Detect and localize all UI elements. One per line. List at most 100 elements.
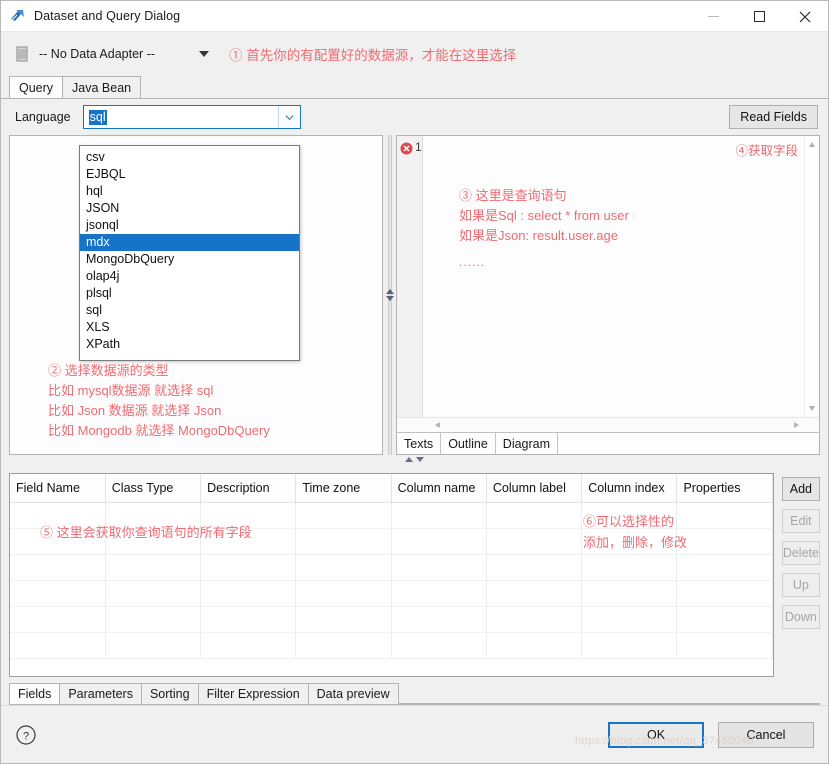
language-combo[interactable]: sql xyxy=(82,105,301,129)
editor-tab-bar: Texts Outline Diagram xyxy=(397,432,819,454)
language-label: Language xyxy=(15,110,71,124)
column-properties[interactable]: Properties xyxy=(676,474,773,503)
language-input[interactable]: sql xyxy=(88,109,107,125)
tab-data-preview[interactable]: Data preview xyxy=(307,683,399,704)
tab-texts[interactable]: Texts xyxy=(397,433,442,454)
tab-outline[interactable]: Outline xyxy=(441,433,496,454)
column-time-zone[interactable]: Time zone xyxy=(295,474,392,503)
data-adapter-row: -- No Data Adapter -- ① 首先你的有配置好的数据源，才能在… xyxy=(1,32,828,76)
dropdown-option-json[interactable]: JSON xyxy=(80,200,299,217)
help-icon[interactable]: ? xyxy=(15,724,37,746)
scroll-right-icon[interactable] xyxy=(794,422,799,428)
down-button-label: Down xyxy=(784,610,817,624)
close-icon[interactable] xyxy=(782,1,828,32)
split-divider[interactable] xyxy=(383,135,396,455)
table-row[interactable] xyxy=(10,606,773,633)
tab-diagram[interactable]: Diagram xyxy=(496,433,559,454)
column-class-type[interactable]: Class Type xyxy=(105,474,202,503)
dropdown-option-mongodbquery[interactable]: MongoDbQuery xyxy=(80,251,299,268)
annotation-2: ② 选择数据源的类型 比如 mysql数据源 就选择 sql 比如 Json 数… xyxy=(48,361,270,441)
annotation-2-line-3: 比如 Json 数据源 就选择 Json xyxy=(48,403,222,418)
read-fields-button[interactable]: Read Fields xyxy=(729,105,818,129)
delete-button[interactable]: Delete xyxy=(781,541,820,565)
scroll-left-icon[interactable] xyxy=(435,422,440,428)
annotation-3-line-3: 如果是Json: result.user.age xyxy=(459,228,618,243)
cancel-button[interactable]: Cancel xyxy=(718,721,814,748)
up-button[interactable]: Up xyxy=(781,573,820,597)
column-column-label[interactable]: Column label xyxy=(486,474,583,503)
footer-buttons: OK Cancel xyxy=(608,721,814,748)
title-bar: Dataset and Query Dialog xyxy=(1,1,828,32)
horizontal-splitter[interactable] xyxy=(9,455,820,464)
annotation-6-line-1: ⑥可以选择性的 xyxy=(583,514,675,529)
minimize-icon[interactable] xyxy=(690,1,736,32)
table-row[interactable] xyxy=(10,580,773,607)
table-row[interactable] xyxy=(10,632,773,659)
maximize-icon[interactable] xyxy=(736,1,782,32)
app-icon xyxy=(10,8,26,24)
editor-vertical-scrollbar[interactable] xyxy=(804,136,819,417)
column-column-name[interactable]: Column name xyxy=(391,474,487,503)
tab-texts-label: Texts xyxy=(404,436,434,451)
column-column-index[interactable]: Column index xyxy=(581,474,678,503)
column-field-name[interactable]: Field Name xyxy=(10,474,106,503)
dropdown-option-jsonql[interactable]: jsonql xyxy=(80,217,299,234)
data-adapter-combo[interactable]: -- No Data Adapter -- xyxy=(15,41,215,67)
error-marker-icon[interactable] xyxy=(400,142,413,155)
add-button[interactable]: Add xyxy=(781,477,820,501)
dropdown-option-olap4j[interactable]: olap4j xyxy=(80,268,299,285)
editor-body[interactable]: ④获取字段 ③ 这里是查询语句 如果是Sql : select * from u… xyxy=(423,136,804,417)
chevron-down-icon[interactable] xyxy=(277,106,300,128)
delete-button-label: Delete xyxy=(782,546,819,560)
add-button-label: Add xyxy=(789,482,812,496)
tab-data-preview-label: Data preview xyxy=(316,687,390,701)
dropdown-option-mdx[interactable]: mdx xyxy=(80,234,299,251)
scroll-down-icon[interactable] xyxy=(809,406,815,411)
edit-button[interactable]: Edit xyxy=(781,509,820,533)
dropdown-option-plsql[interactable]: plsql xyxy=(80,285,299,302)
tab-query[interactable]: Query xyxy=(9,76,64,98)
read-fields-label: Read Fields xyxy=(740,110,807,124)
database-icon xyxy=(15,46,29,62)
annotation-5: ⑤ 这里会获取你查询语句的所有字段 xyxy=(40,525,252,540)
collapse-up-icon[interactable] xyxy=(385,289,394,294)
fields-table-row: Field Name Class Type Description Time z… xyxy=(9,473,820,677)
data-adapter-value: -- No Data Adapter -- xyxy=(39,47,156,61)
collapse-down-icon[interactable] xyxy=(385,296,394,301)
fields-table-wrap: Field Name Class Type Description Time z… xyxy=(9,473,774,677)
line-number: 1 xyxy=(415,140,422,154)
table-row[interactable] xyxy=(10,554,773,581)
query-toolbar: Language sql Read Fields xyxy=(1,99,828,135)
language-dropdown-list[interactable]: csv EJBQL hql JSON jsonql mdx MongoDbQue… xyxy=(79,145,300,361)
annotation-4: ④获取字段 xyxy=(735,144,798,158)
ok-button-label: OK xyxy=(646,727,666,742)
dropdown-option-hql[interactable]: hql xyxy=(80,183,299,200)
scroll-up-icon[interactable] xyxy=(809,142,815,147)
tab-diagram-label: Diagram xyxy=(502,436,551,451)
column-description[interactable]: Description xyxy=(200,474,297,503)
tab-filter-expression[interactable]: Filter Expression xyxy=(197,683,309,704)
chevron-down-icon[interactable] xyxy=(199,51,209,57)
edit-button-label: Edit xyxy=(790,514,812,528)
tab-fields[interactable]: Fields xyxy=(9,683,61,704)
dataset-query-dialog: Dataset and Query Dialog -- No Data Adap… xyxy=(0,0,829,764)
editor-horizontal-scrollbar[interactable] xyxy=(397,417,819,432)
dropdown-option-xpath[interactable]: XPath xyxy=(80,336,299,353)
expand-down-icon[interactable] xyxy=(416,457,424,462)
ok-button[interactable]: OK xyxy=(608,721,704,748)
dropdown-option-ejbql[interactable]: EJBQL xyxy=(80,166,299,183)
annotation-2-line-2: 比如 mysql数据源 就选择 sql xyxy=(48,383,214,398)
field-action-buttons: Add Edit Delete Up Down xyxy=(774,473,820,677)
dropdown-option-xls[interactable]: XLS xyxy=(80,319,299,336)
tab-sorting-label: Sorting xyxy=(149,687,190,701)
tab-parameters[interactable]: Parameters xyxy=(59,683,142,704)
tab-sorting[interactable]: Sorting xyxy=(140,683,199,704)
expand-up-icon[interactable] xyxy=(405,457,413,462)
tab-java-bean[interactable]: Java Bean xyxy=(62,76,142,98)
dropdown-option-csv[interactable]: csv xyxy=(80,149,299,166)
annotation-2-line-4: 比如 Mongodb 就选择 MongoDbQuery xyxy=(48,423,270,438)
annotation-6: ⑥可以选择性的 添加，删除，修改 xyxy=(583,511,687,553)
query-editor[interactable]: 1 ④获取字段 ③ 这里是查询语句 如果是Sql : select * from… xyxy=(397,136,819,417)
down-button[interactable]: Down xyxy=(781,605,820,629)
dropdown-option-sql[interactable]: sql xyxy=(80,302,299,319)
